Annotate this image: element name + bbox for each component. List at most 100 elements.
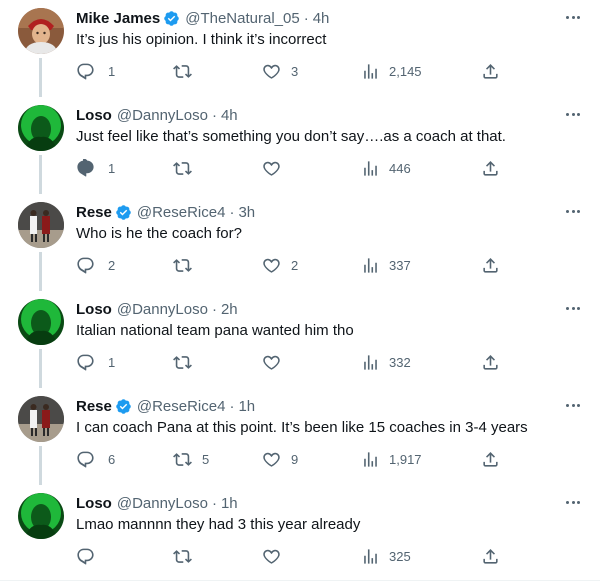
- views-icon: [364, 160, 377, 176]
- retweet-button[interactable]: [173, 157, 202, 179]
- views-button[interactable]: 1,917: [361, 448, 422, 470]
- more-options-icon[interactable]: [562, 200, 584, 222]
- display-name[interactable]: Rese: [76, 398, 112, 415]
- share-button[interactable]: [481, 157, 500, 179]
- like-button[interactable]: [262, 157, 291, 179]
- reply-button[interactable]: 1: [76, 157, 115, 179]
- like-button[interactable]: [262, 351, 291, 373]
- more-options-icon[interactable]: [562, 394, 584, 416]
- retweet-button[interactable]: [173, 545, 202, 567]
- retweet-icon: [173, 161, 192, 175]
- action-bar: 325: [76, 545, 506, 567]
- heart-icon: [263, 452, 280, 467]
- display-name[interactable]: Rese: [76, 204, 112, 221]
- verified-badge-icon: [116, 398, 131, 414]
- reply-button[interactable]: 2: [76, 254, 115, 276]
- views-button[interactable]: 337: [361, 254, 411, 276]
- avatar[interactable]: [18, 202, 64, 248]
- reply-button[interactable]: 6: [76, 448, 115, 470]
- user-handle[interactable]: @DannyLoso: [117, 495, 208, 512]
- user-handle[interactable]: @DannyLoso: [117, 107, 208, 124]
- display-name[interactable]: Loso: [76, 107, 112, 124]
- tweet-text: I can coach Pana at this point. It’s bee…: [76, 419, 528, 436]
- tweet-header: Rese @ReseRice4 · 3h: [76, 202, 255, 222]
- share-icon: [483, 257, 498, 273]
- tweet[interactable]: Mike James @TheNatural_05 · 4h It’s jus …: [0, 0, 600, 97]
- retweet-icon: [173, 64, 192, 78]
- retweet-button[interactable]: [173, 60, 202, 82]
- more-options-icon[interactable]: [562, 297, 584, 319]
- tweet[interactable]: Rese @ReseRice4 · 1h I can coach Pana at…: [0, 388, 600, 485]
- share-button[interactable]: [481, 351, 500, 373]
- share-button[interactable]: [481, 448, 500, 470]
- user-handle[interactable]: @DannyLoso: [117, 301, 208, 318]
- user-handle[interactable]: @TheNatural_05: [185, 10, 299, 27]
- reply-button[interactable]: 1: [76, 351, 115, 373]
- timestamp[interactable]: 1h: [221, 495, 238, 512]
- reply-button[interactable]: [76, 545, 108, 567]
- reply-count: 1: [108, 354, 116, 370]
- share-button[interactable]: [481, 60, 500, 82]
- like-button[interactable]: 2: [262, 254, 298, 276]
- action-bar: 1 3 2,145: [76, 60, 506, 82]
- thread-connector: [39, 446, 42, 485]
- action-bar: 1 446: [76, 157, 506, 179]
- display-name[interactable]: Loso: [76, 495, 112, 512]
- more-options-icon[interactable]: [562, 491, 584, 513]
- verified-badge-icon: [116, 204, 131, 220]
- more-options-icon[interactable]: [562, 103, 584, 125]
- views-icon: [364, 257, 377, 273]
- heart-icon: [263, 549, 280, 564]
- user-handle[interactable]: @ReseRice4: [137, 204, 226, 221]
- view-count: 2,145: [389, 63, 422, 79]
- avatar[interactable]: [18, 493, 64, 539]
- thread-connector: [39, 349, 42, 388]
- views-button[interactable]: 2,145: [361, 60, 422, 82]
- avatar[interactable]: [18, 105, 64, 151]
- like-button[interactable]: [262, 545, 291, 567]
- display-name[interactable]: Loso: [76, 301, 112, 318]
- views-button[interactable]: 332: [361, 351, 411, 373]
- share-button[interactable]: [481, 254, 500, 276]
- retweet-button[interactable]: 5: [173, 448, 209, 470]
- tweet[interactable]: Loso @DannyLoso · 2h Italian national te…: [0, 291, 600, 388]
- like-button[interactable]: 3: [262, 60, 298, 82]
- tweet[interactable]: Rese @ReseRice4 · 3h Who is he the coach…: [0, 194, 600, 291]
- display-name[interactable]: Mike James: [76, 10, 160, 27]
- views-button[interactable]: 446: [361, 157, 411, 179]
- more-options-icon[interactable]: [562, 6, 584, 28]
- reply-button[interactable]: 1: [76, 60, 115, 82]
- tweet-header: Loso @DannyLoso · 4h: [76, 105, 238, 125]
- retweet-button[interactable]: [173, 351, 202, 373]
- timestamp[interactable]: 4h: [221, 107, 238, 124]
- view-count: 446: [389, 160, 411, 176]
- tweet[interactable]: Loso @DannyLoso · 1h Lmao mannnn they ha…: [0, 485, 600, 582]
- timestamp[interactable]: 2h: [221, 301, 238, 318]
- views-button[interactable]: 325: [361, 545, 411, 567]
- retweet-icon: [173, 355, 192, 369]
- avatar[interactable]: [18, 396, 64, 442]
- separator: ·: [211, 494, 217, 512]
- share-icon: [483, 451, 498, 467]
- retweet-button[interactable]: [173, 254, 202, 276]
- like-count: 2: [291, 257, 299, 273]
- timestamp[interactable]: 4h: [313, 10, 330, 27]
- timestamp[interactable]: 1h: [238, 398, 255, 415]
- user-handle[interactable]: @ReseRice4: [137, 398, 226, 415]
- avatar[interactable]: [18, 8, 64, 54]
- retweet-icon: [173, 258, 192, 272]
- like-count: 3: [291, 63, 299, 79]
- reply-icon: [77, 257, 94, 274]
- share-button[interactable]: [481, 545, 500, 567]
- timestamp[interactable]: 3h: [238, 204, 255, 221]
- views-icon: [364, 354, 377, 370]
- like-button[interactable]: 9: [262, 448, 298, 470]
- tweet-header: Loso @DannyLoso · 2h: [76, 299, 238, 319]
- thread-connector: [39, 252, 42, 291]
- action-bar: 2 2 337: [76, 254, 506, 276]
- tweet[interactable]: Loso @DannyLoso · 4h Just feel like that…: [0, 97, 600, 194]
- thread-connector: [39, 155, 42, 194]
- views-icon: [364, 451, 377, 467]
- avatar[interactable]: [18, 299, 64, 345]
- views-icon: [364, 548, 377, 564]
